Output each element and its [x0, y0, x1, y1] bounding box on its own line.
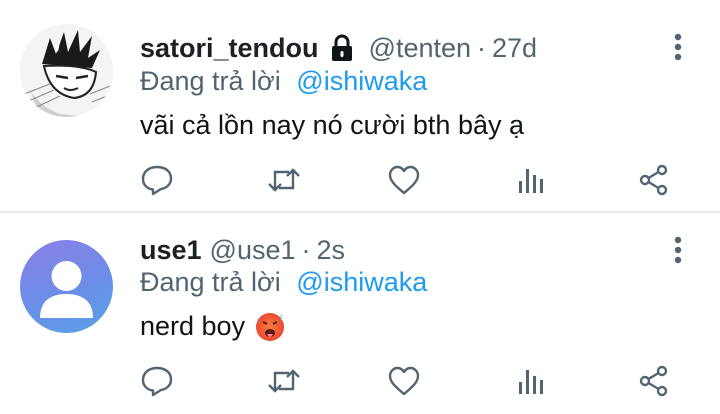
handle[interactable]: @use1 — [210, 235, 296, 266]
replying-to: Đang trả lời @ishiwaka — [140, 66, 427, 97]
separator: · — [301, 234, 311, 265]
display-name[interactable]: use1 — [140, 235, 202, 266]
retweet-icon[interactable] — [264, 160, 304, 200]
tweet-text-content: nerd boy — [140, 310, 246, 341]
tweet-header: satori_tendou @tenten · 27d — [140, 30, 537, 66]
mention-link[interactable]: @ishiwaka — [296, 267, 427, 297]
timestamp[interactable]: 2s — [317, 235, 346, 266]
share-icon[interactable] — [634, 361, 674, 401]
lock-icon — [329, 34, 355, 62]
retweet-icon[interactable] — [264, 361, 304, 401]
handle[interactable]: @tenten — [369, 33, 471, 64]
tweet-text-content: vãi cả lồn nay nó cười bth bây ạ — [140, 110, 524, 140]
tweet-header: use1 @use1 · 2s — [140, 232, 345, 268]
tweet-text: vãi cả lồn nay nó cười bth bây ạ — [140, 110, 524, 141]
tweet[interactable]: use1 @use1 · 2s Đang trả lời @ishiwaka n… — [0, 213, 720, 414]
more-options-icon[interactable] — [666, 236, 690, 266]
views-icon[interactable] — [510, 361, 550, 401]
separator: · — [477, 32, 487, 63]
avatar[interactable] — [20, 240, 113, 333]
like-icon[interactable] — [384, 160, 424, 200]
share-icon[interactable] — [634, 160, 674, 200]
tweet[interactable]: satori_tendou @tenten · 27d Đang trả lời… — [0, 0, 720, 212]
replying-to-label: Đang trả lời — [140, 66, 281, 96]
replying-to: Đang trả lời @ishiwaka — [140, 267, 427, 298]
anime-sketch-avatar-image — [20, 24, 113, 117]
default-user-avatar-image — [40, 261, 93, 318]
more-options-icon[interactable] — [666, 33, 690, 63]
reply-icon[interactable] — [137, 160, 177, 200]
hot-face-emoji-icon — [253, 309, 287, 343]
display-name[interactable]: satori_tendou — [140, 33, 319, 64]
action-bar — [0, 160, 720, 200]
replying-to-label: Đang trả lời — [140, 267, 281, 297]
views-icon[interactable] — [510, 160, 550, 200]
like-icon[interactable] — [384, 361, 424, 401]
action-bar — [0, 361, 720, 401]
mention-link[interactable]: @ishiwaka — [296, 66, 427, 96]
timestamp[interactable]: 27d — [492, 33, 537, 64]
avatar[interactable] — [20, 24, 113, 117]
reply-icon[interactable] — [137, 361, 177, 401]
tweet-text: nerd boy — [140, 309, 287, 343]
